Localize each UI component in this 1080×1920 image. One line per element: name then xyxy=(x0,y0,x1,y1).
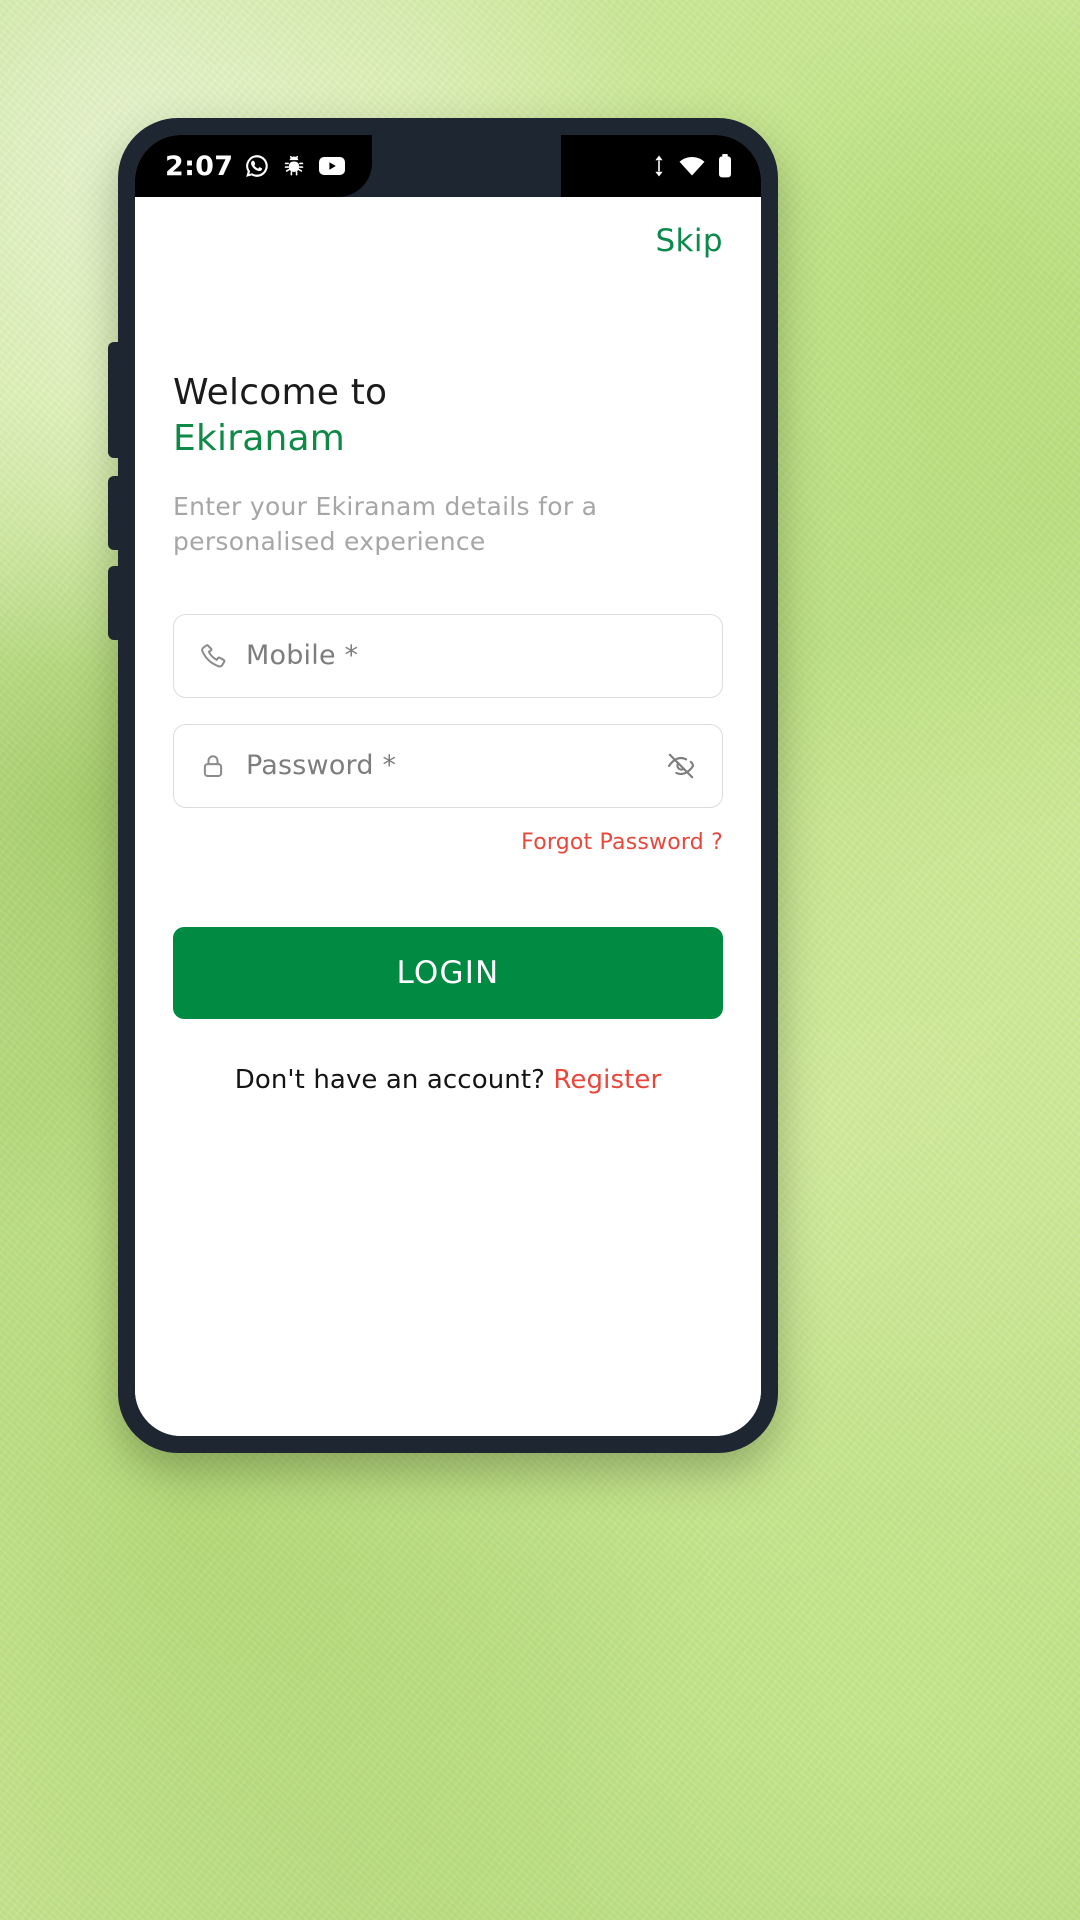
mobile-data-icon xyxy=(651,154,667,178)
forgot-password-link[interactable]: Forgot Password ? xyxy=(521,830,723,855)
mobile-input-field[interactable]: Mobile * xyxy=(173,613,723,698)
register-row: Don't have an account? Register xyxy=(173,1065,723,1095)
login-form: Mobile * Password * Forgot Password ? LO… xyxy=(173,613,723,1095)
mobile-input-placeholder: Mobile * xyxy=(246,640,359,672)
skip-button[interactable]: Skip xyxy=(655,223,723,259)
status-bar-right xyxy=(625,135,761,197)
lock-icon xyxy=(196,751,230,781)
whatsapp-icon xyxy=(244,153,270,179)
register-link[interactable]: Register xyxy=(553,1065,661,1095)
login-screen: Skip Welcome to Ekiranam Enter your Ekir… xyxy=(135,197,761,1436)
brand-name: Ekiranam xyxy=(173,417,346,459)
welcome-subtitle: Enter your Ekiranam details for a person… xyxy=(173,491,598,557)
welcome-title: Welcome to xyxy=(173,372,388,413)
phone-screen: 2:07 Skip Welcome to Ekiranam Enter your… xyxy=(135,135,761,1436)
eye-off-icon[interactable] xyxy=(662,750,700,782)
skip-row: Skip xyxy=(173,197,723,259)
volume-down-button[interactable] xyxy=(108,566,120,640)
status-clock: 2:07 xyxy=(165,150,234,182)
wifi-icon xyxy=(678,155,706,177)
password-input-field[interactable]: Password * xyxy=(173,723,723,808)
mute-switch-button[interactable] xyxy=(108,342,120,458)
login-button[interactable]: LOGIN xyxy=(173,926,723,1019)
phone-icon xyxy=(196,641,230,671)
phone-device-frame: 2:07 Skip Welcome to Ekiranam Enter your… xyxy=(108,118,778,1453)
youtube-icon xyxy=(318,155,346,177)
battery-icon xyxy=(717,153,733,179)
volume-up-button[interactable] xyxy=(108,476,120,550)
password-input-placeholder: Password * xyxy=(246,750,397,782)
forgot-password-row: Forgot Password ? xyxy=(173,830,723,855)
register-prompt: Don't have an account? xyxy=(234,1064,554,1095)
android-debug-icon xyxy=(281,153,307,179)
status-bar-left: 2:07 xyxy=(135,135,373,197)
welcome-block: Welcome to Ekiranam Enter your Ekiranam … xyxy=(173,371,723,560)
status-bar: 2:07 xyxy=(135,135,761,197)
